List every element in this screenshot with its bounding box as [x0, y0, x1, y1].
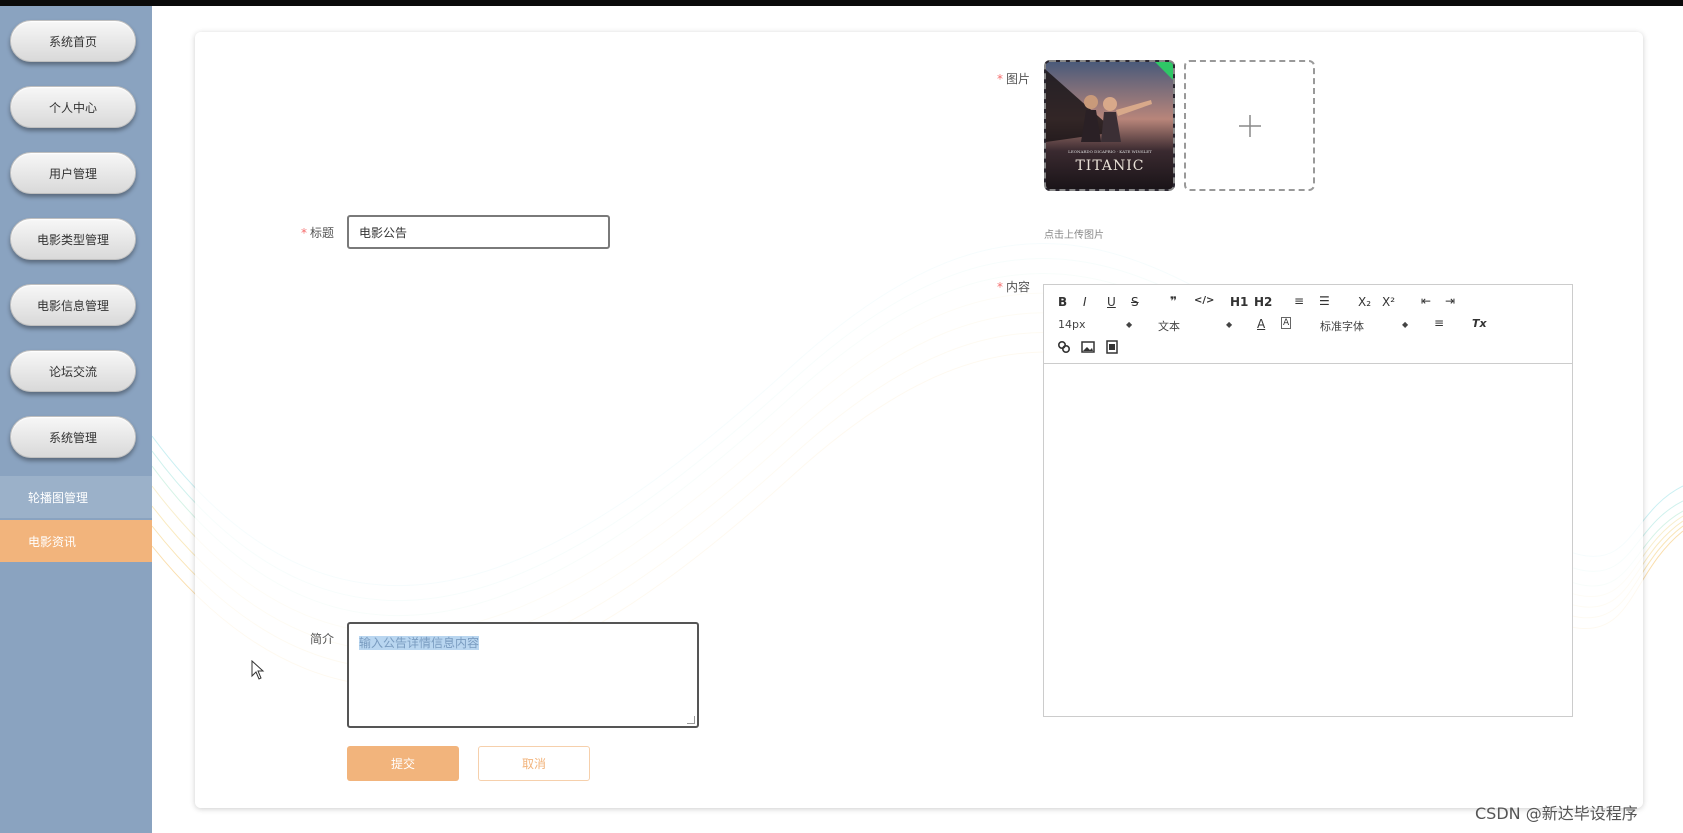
font-family-select[interactable]: 标准字体: [1320, 318, 1364, 334]
link-icon[interactable]: [1057, 340, 1071, 354]
sidebar-item-forum[interactable]: 论坛交流: [10, 350, 136, 392]
title-label: * 标题: [301, 226, 335, 240]
image-label: * 图片: [997, 72, 1031, 86]
font-size-select-arrow-icon: ◆: [1126, 320, 1133, 329]
poster-image: LEONARDO DICAPRIO · KATE WINSLET TITANIC: [1046, 62, 1173, 189]
watermark: CSDN @新达毕设程序: [1475, 804, 1638, 823]
editor-content-area[interactable]: [1044, 365, 1572, 717]
bullet-list-icon[interactable]: ☰: [1319, 294, 1330, 308]
sidebar-item-movie-info-management[interactable]: 电影信息管理: [10, 284, 136, 326]
mouse-cursor-icon: [251, 660, 265, 680]
intro-placeholder: 输入公告详情信息内容: [359, 636, 480, 650]
content-label: * 内容: [997, 280, 1031, 294]
plus-icon: [1238, 114, 1261, 137]
sidebar-item-label: 电影资讯: [28, 534, 77, 549]
heading-2-icon[interactable]: H2: [1254, 295, 1272, 309]
font-family-select-arrow-icon: ◆: [1402, 320, 1409, 329]
sidebar-item-home[interactable]: 系统首页: [10, 20, 136, 62]
sidebar-item-user-management[interactable]: 用户管理: [10, 152, 136, 194]
sidebar-item-label: 电影信息管理: [36, 298, 109, 313]
sidebar-subitem-carousel[interactable]: 轮播图管理: [0, 476, 152, 518]
title-input[interactable]: [347, 215, 610, 249]
strikethrough-icon[interactable]: S: [1131, 295, 1139, 309]
subscript-icon[interactable]: X₂: [1358, 295, 1371, 309]
poster-title-text: TITANIC: [1075, 158, 1144, 174]
outdent-icon[interactable]: ⇤: [1421, 294, 1431, 308]
sidebar-item-personal-center[interactable]: 个人中心: [10, 86, 136, 128]
cancel-button[interactable]: 取消: [478, 746, 590, 781]
submit-button[interactable]: 提交: [347, 746, 459, 781]
indent-icon[interactable]: ⇥: [1445, 294, 1455, 308]
sidebar-item-movie-type-management[interactable]: 电影类型管理: [10, 218, 136, 260]
sidebar-item-label: 系统管理: [48, 430, 97, 445]
sidebar-item-label: 个人中心: [48, 100, 97, 115]
sidebar: 系统首页 个人中心 用户管理 电影类型管理 电影信息管理 论坛交流 系统管理 轮…: [0, 6, 152, 833]
background-color-icon[interactable]: A: [1281, 317, 1292, 329]
intro-label: 简介: [310, 632, 335, 646]
sidebar-item-label: 论坛交流: [48, 364, 97, 379]
sidebar-item-system-management[interactable]: 系统管理: [10, 416, 136, 458]
font-color-icon[interactable]: A: [1257, 317, 1265, 331]
sidebar-item-label: 轮播图管理: [28, 490, 89, 505]
superscript-icon[interactable]: X²: [1382, 295, 1395, 309]
sidebar-item-label: 系统首页: [48, 34, 97, 49]
clear-format-icon[interactable]: Tx: [1472, 317, 1487, 330]
editor-toolbar: B I U S ❞ </> H1 H2 ≡ ☰ X₂ X² ⇤ ⇥ 14px ◆…: [1044, 285, 1572, 364]
italic-icon[interactable]: I: [1083, 295, 1087, 309]
sidebar-subitem-movie-news[interactable]: 电影资讯: [0, 520, 152, 562]
intro-textarea[interactable]: 输入公告详情信息内容: [347, 622, 699, 728]
sidebar-item-label: 用户管理: [48, 166, 97, 181]
rich-text-editor: B I U S ❞ </> H1 H2 ≡ ☰ X₂ X² ⇤ ⇥ 14px ◆…: [1043, 284, 1573, 717]
font-size-select[interactable]: 14px: [1058, 318, 1086, 331]
blockquote-icon[interactable]: ❞: [1170, 294, 1177, 308]
code-block-icon[interactable]: </>: [1194, 295, 1214, 306]
uploaded-image-thumbnail[interactable]: LEONARDO DICAPRIO · KATE WINSLET TITANIC: [1044, 60, 1175, 191]
align-icon[interactable]: ≡: [1434, 316, 1444, 330]
block-type-select[interactable]: 文本: [1158, 318, 1180, 334]
svg-text:LEONARDO DICAPRIO · KATE WINSL: LEONARDO DICAPRIO · KATE WINSLET: [1068, 149, 1152, 154]
ordered-list-icon[interactable]: ≡: [1294, 294, 1304, 308]
upload-hint: 点击上传图片: [1044, 230, 1104, 241]
image-icon[interactable]: [1081, 340, 1095, 354]
heading-1-icon[interactable]: H1: [1230, 295, 1248, 309]
video-icon[interactable]: [1105, 340, 1119, 354]
resize-handle[interactable]: [687, 716, 695, 724]
block-type-select-arrow-icon: ◆: [1226, 320, 1233, 329]
sidebar-item-label: 电影类型管理: [36, 232, 109, 247]
bold-icon[interactable]: B: [1058, 295, 1067, 309]
underline-icon[interactable]: U: [1107, 295, 1116, 309]
image-upload-button[interactable]: [1184, 60, 1315, 191]
